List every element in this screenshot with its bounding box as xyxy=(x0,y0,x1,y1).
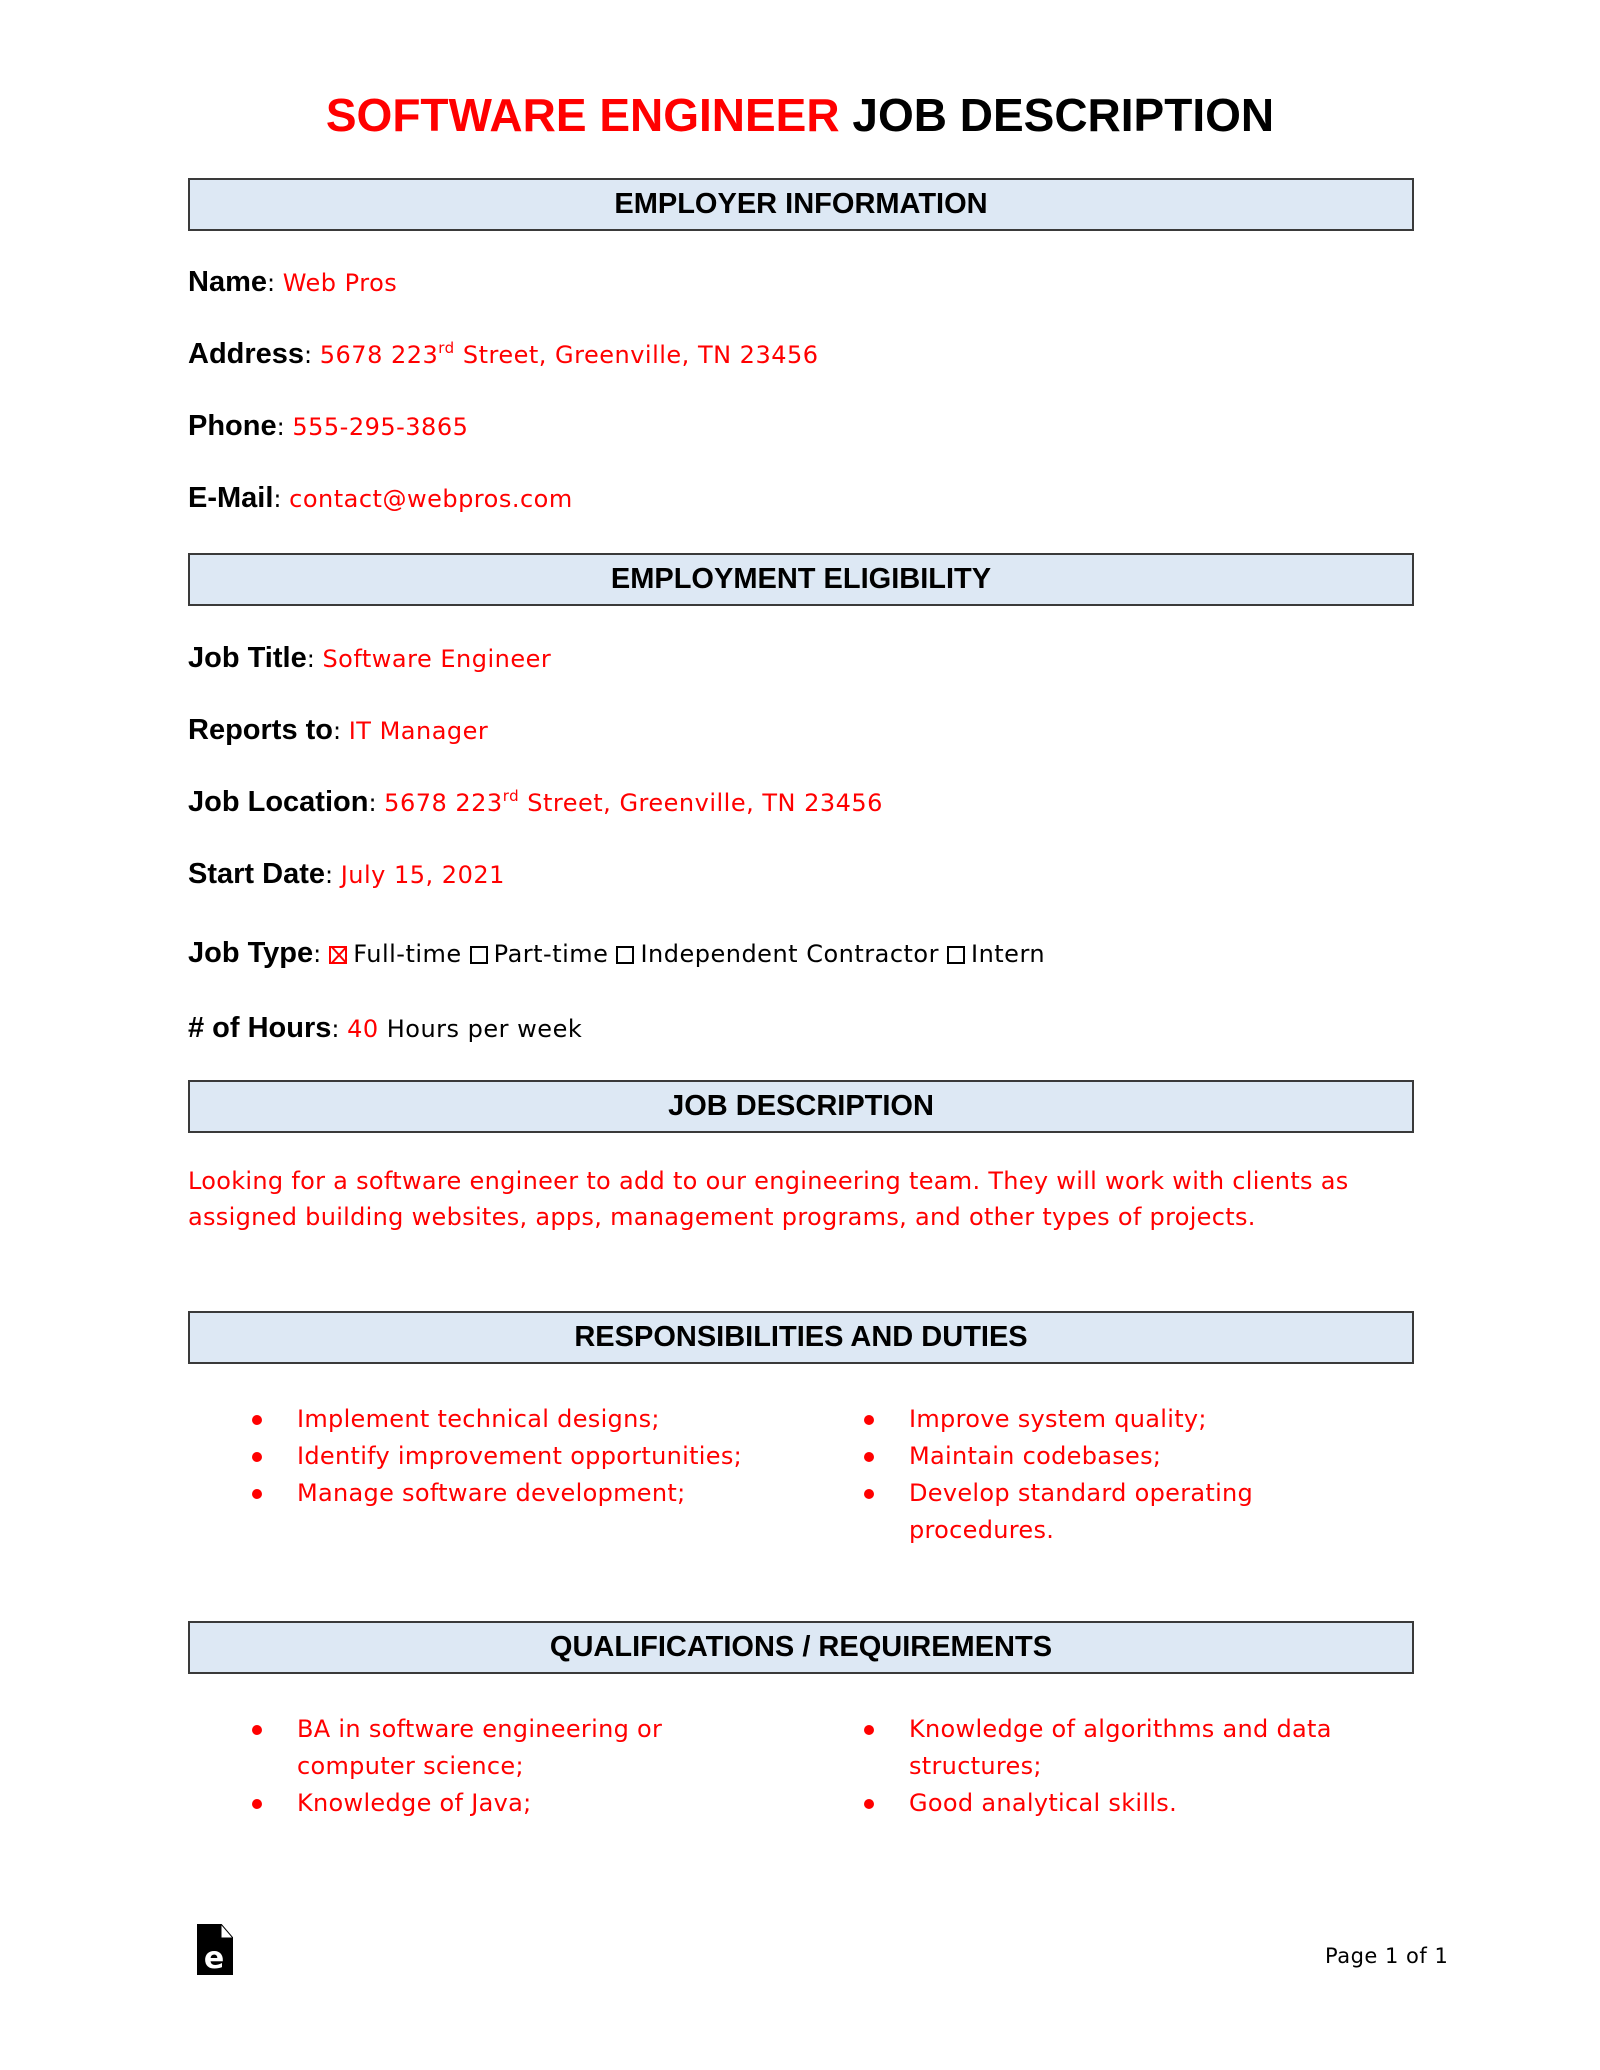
field-label: Address xyxy=(188,338,305,370)
field-phone: Phone: 555-295-3865 xyxy=(188,410,469,442)
qualifications-list-right: Knowledge of algorithms and data structu… xyxy=(864,1711,1384,1822)
field-value: 555-295-3865 xyxy=(292,413,469,441)
field-label: Reports to xyxy=(188,714,333,746)
field-start-date: Start Date: July 15, 2021 xyxy=(188,858,505,890)
field-job-type: Job Type: Full-time Part-time Independent C… xyxy=(188,937,1046,969)
qualifications-list-left: BA in software engineering or computer s… xyxy=(252,1711,752,1822)
field-email: E-Mail: contact@webpros.com xyxy=(188,482,573,514)
svg-text:e: e xyxy=(204,1941,224,1975)
field-value: 5678 223rd Street, Greenville, TN 23456 xyxy=(319,339,819,370)
bullet-icon xyxy=(864,1452,874,1462)
email-link[interactable]: contact@webpros.com xyxy=(289,485,573,513)
title-rest: JOB DESCRIPTION xyxy=(852,89,1275,141)
list-item: BA in software engineering or computer s… xyxy=(252,1711,752,1785)
field-value: IT Manager xyxy=(348,717,489,745)
checkbox-intern[interactable] xyxy=(946,946,965,964)
option-label: Full-time xyxy=(353,940,462,968)
bullet-icon xyxy=(252,1452,262,1462)
checkbox-part-time[interactable] xyxy=(469,946,488,964)
option-label: Independent Contractor xyxy=(640,940,939,968)
field-address: Address: 5678 223rd Street, Greenville, … xyxy=(188,338,819,370)
bullet-icon xyxy=(864,1799,874,1809)
bullet-icon xyxy=(252,1799,262,1809)
option-label: Intern xyxy=(970,940,1046,968)
responsibilities-list-right: Improve system quality; Maintain codebas… xyxy=(864,1401,1344,1549)
bullet-icon xyxy=(252,1489,262,1499)
field-job-location: Job Location: 5678 223rd Street, Greenvi… xyxy=(188,786,883,818)
section-header-employer: EMPLOYER INFORMATION xyxy=(188,178,1414,231)
field-label: Phone xyxy=(188,410,277,442)
list-item: Manage software development; xyxy=(252,1475,832,1512)
list-item: Knowledge of algorithms and data structu… xyxy=(864,1711,1384,1785)
field-value: Web Pros xyxy=(282,269,398,297)
field-label: # of Hours xyxy=(188,1012,332,1044)
field-label: E-Mail xyxy=(188,482,274,514)
list-item: Knowledge of Java; xyxy=(252,1785,752,1822)
field-value: 40 xyxy=(347,1015,379,1043)
field-name: Name: Web Pros xyxy=(188,266,398,298)
page-number: Page 1 of 1 xyxy=(1325,1944,1449,1968)
eforms-document-icon: e xyxy=(197,1924,233,1975)
document-title: SOFTWARE ENGINEER JOB DESCRIPTION xyxy=(0,88,1600,142)
field-value: Software Engineer xyxy=(322,645,552,673)
bullet-icon xyxy=(864,1489,874,1499)
field-label: Name xyxy=(188,266,267,298)
field-label: Job Type xyxy=(188,937,314,969)
bullet-icon xyxy=(864,1725,874,1735)
bullet-icon xyxy=(864,1415,874,1425)
list-item: Identify improvement opportunities; xyxy=(252,1438,832,1475)
list-item: Implement technical designs; xyxy=(252,1401,832,1438)
list-item: Improve system quality; xyxy=(864,1401,1344,1438)
field-suffix: Hours per week xyxy=(386,1015,583,1043)
checkbox-independent-contractor[interactable] xyxy=(616,946,635,964)
field-value: July 15, 2021 xyxy=(340,861,505,889)
section-header-job-description: JOB DESCRIPTION xyxy=(188,1080,1414,1133)
list-item: Good analytical skills. xyxy=(864,1785,1384,1822)
section-header-qualifications: QUALIFICATIONS / REQUIREMENTS xyxy=(188,1621,1414,1674)
job-description-text: Looking for a software engineer to add t… xyxy=(188,1167,1349,1231)
field-hours: # of Hours: 40 Hours per week xyxy=(188,1012,583,1044)
responsibilities-list-left: Implement technical designs; Identify im… xyxy=(252,1401,832,1512)
bullet-icon xyxy=(252,1725,262,1735)
title-highlight: SOFTWARE ENGINEER xyxy=(325,89,840,141)
option-label: Part-time xyxy=(493,940,609,968)
checkbox-full-time[interactable] xyxy=(329,946,348,964)
field-label: Job Title xyxy=(188,642,307,674)
field-value: 5678 223rd Street, Greenville, TN 23456 xyxy=(384,787,883,818)
field-label: Job Location xyxy=(188,786,369,818)
field-label: Start Date xyxy=(188,858,325,890)
list-item: Maintain codebases; xyxy=(864,1438,1344,1475)
field-reports-to: Reports to: IT Manager xyxy=(188,714,489,746)
list-item: Develop standard operating procedures. xyxy=(864,1475,1344,1549)
bullet-icon xyxy=(252,1415,262,1425)
section-header-eligibility: EMPLOYMENT ELIGIBILITY xyxy=(188,553,1414,606)
section-header-responsibilities: RESPONSIBILITIES AND DUTIES xyxy=(188,1311,1414,1364)
field-job-title: Job Title: Software Engineer xyxy=(188,642,552,674)
